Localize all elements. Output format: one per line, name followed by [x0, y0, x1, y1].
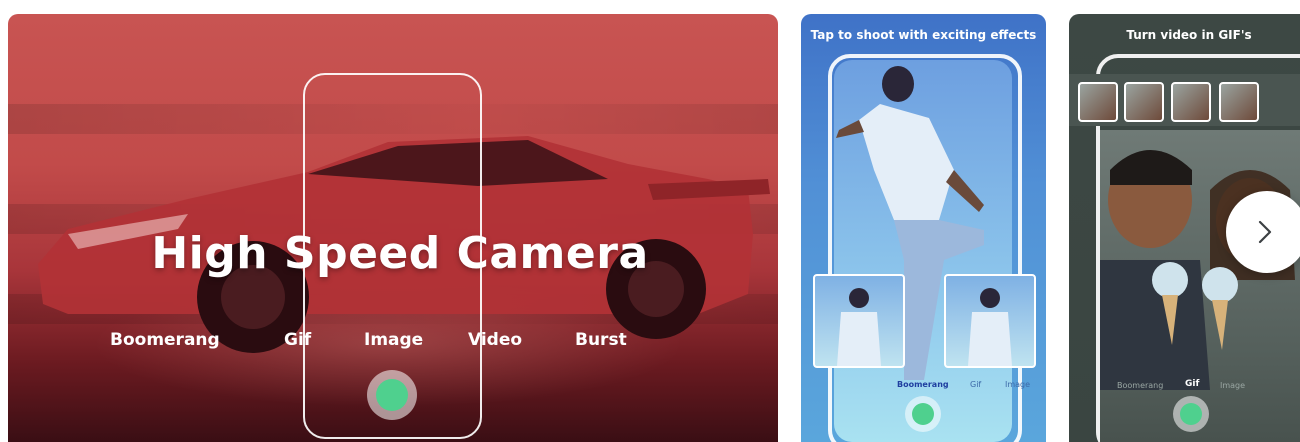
screenshot-card-effects[interactable]: Tap to shoot with exciting effects Boome…	[801, 14, 1046, 442]
mode-burst: Burst	[575, 330, 627, 350]
gif-frame-thumbnail[interactable]	[1219, 82, 1259, 122]
thumbnail-person	[968, 288, 1012, 366]
mode-boomerang: Boomerang	[110, 330, 220, 350]
mode-gif: Gif	[970, 380, 982, 389]
mode-gif: Gif	[1185, 379, 1200, 389]
phone-screen	[1100, 130, 1300, 442]
gif-frame-thumbnail[interactable]	[1171, 82, 1211, 122]
carousel-next-button[interactable]	[1226, 191, 1300, 273]
chevron-right-icon	[1258, 220, 1272, 244]
shutter-dot	[376, 379, 408, 411]
effect-thumbnail[interactable]	[944, 274, 1036, 368]
couple-illustration	[1100, 150, 1295, 390]
mode-boomerang: Boomerang	[897, 380, 949, 389]
card-caption: Turn video in GIF's	[1126, 28, 1252, 42]
thumbnail-person	[837, 288, 881, 366]
screenshot-card-main[interactable]: High Speed Camera Boomerang Gif Image Vi…	[8, 14, 778, 442]
card-caption: Tap to shoot with exciting effects	[810, 28, 1037, 42]
gif-frame-thumbnail[interactable]	[1078, 82, 1118, 122]
gif-frame-thumbnail[interactable]	[1124, 82, 1164, 122]
shutter-dot	[1180, 403, 1202, 425]
mode-boomerang: Boomerang	[1117, 381, 1164, 390]
mode-image: Image	[1220, 381, 1246, 390]
effect-thumbnail[interactable]	[813, 274, 905, 368]
mode-image: Image	[1005, 380, 1031, 389]
shutter-dot	[912, 403, 934, 425]
